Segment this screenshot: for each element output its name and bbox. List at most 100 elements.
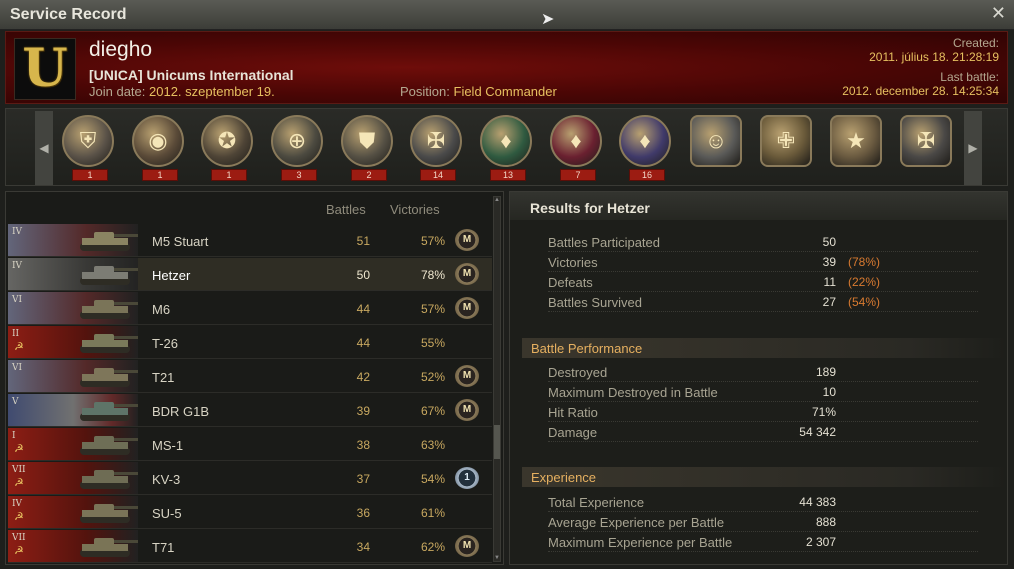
vehicle-battles: 39 bbox=[356, 404, 370, 418]
mastery-badge-icon: M bbox=[455, 297, 479, 319]
stat-label: Defeats bbox=[548, 275, 593, 290]
medal-item[interactable]: ♦ 16 bbox=[615, 113, 673, 183]
results-panel: Results for Hetzer Battle Performance Ex… bbox=[509, 191, 1008, 565]
stat-label: Average Experience per Battle bbox=[548, 515, 725, 530]
vehicle-row[interactable]: IV ☭ SU-5 36 61% bbox=[8, 496, 492, 529]
battles-column-header[interactable]: Battles bbox=[326, 202, 366, 217]
medals-carousel: ◀ ▶ ⛨ 1 ◉ 1 ✪ 1 ⊕ 3 ⛊ 2 ✠ 14 ♦ 13 ♦ 7 ♦ 16 ☺ ✙ ★ ✠ bbox=[5, 108, 1008, 186]
vehicle-row[interactable]: IV Hetzer 50 78% M bbox=[8, 258, 492, 291]
experience-heading: Experience bbox=[522, 467, 1006, 487]
vehicle-tier: IV bbox=[12, 227, 23, 237]
vehicle-list-header: Battles Victories bbox=[6, 192, 503, 222]
vehicle-tier: VII bbox=[12, 465, 26, 475]
stat-value: 10 bbox=[822, 385, 836, 399]
stat-label: Destroyed bbox=[548, 365, 608, 380]
stat-value: 189 bbox=[815, 365, 836, 379]
scroll-up-icon[interactable]: ▲ bbox=[493, 196, 501, 204]
medal-item[interactable]: ♦ 13 bbox=[476, 113, 534, 183]
vehicle-list-scrollbar[interactable]: ▲ ▼ bbox=[493, 196, 501, 562]
vehicle-row[interactable]: II ☭ T-26 44 55% bbox=[8, 326, 492, 359]
vehicle-battles: 44 bbox=[356, 302, 370, 316]
wot-medal-icon: ✠ bbox=[410, 115, 462, 167]
battle-performance-heading: Battle Performance bbox=[522, 338, 1006, 358]
created-value: 2011. július 18. 21:28:19 bbox=[869, 50, 999, 64]
medal-count: 16 bbox=[629, 169, 665, 181]
vehicle-row[interactable]: VI T21 42 52% M bbox=[8, 360, 492, 393]
hammer-sickle-icon: ☭ bbox=[14, 511, 24, 523]
vehicle-victories: 61% bbox=[420, 506, 445, 520]
stat-value: 2 307 bbox=[805, 535, 836, 549]
medal-item[interactable]: ★ bbox=[826, 113, 884, 183]
hammer-sickle-icon: ☭ bbox=[14, 545, 24, 557]
iron-cross-portrait-medal-icon: ✠ bbox=[900, 115, 952, 167]
close-icon[interactable]: ✕ bbox=[991, 3, 1006, 24]
vehicle-battles: 38 bbox=[356, 438, 370, 452]
join-date-line: Join date: 2012. szeptember 19. bbox=[89, 84, 275, 99]
tank-icon bbox=[80, 436, 138, 455]
scout-medal-icon: ♦ bbox=[550, 115, 602, 167]
medal-item[interactable]: ✠ 14 bbox=[406, 113, 464, 183]
stat-percent: (22%) bbox=[848, 275, 881, 289]
player-profile-header: U diegho [UNICA] Unicums International J… bbox=[5, 31, 1008, 104]
medal-item[interactable]: ⛊ 2 bbox=[337, 113, 395, 183]
vehicle-row[interactable]: VII ☭ T71 34 62% M bbox=[8, 530, 492, 563]
medal-item[interactable]: ✪ 1 bbox=[197, 113, 255, 183]
stat-value: 50 bbox=[822, 235, 836, 249]
hammer-sickle-icon: ☭ bbox=[14, 477, 24, 489]
victories-column-header[interactable]: Victories bbox=[390, 202, 440, 217]
hammer-sickle-icon: ☭ bbox=[14, 443, 24, 455]
medal-item[interactable]: ♦ 7 bbox=[546, 113, 604, 183]
created-label: Created: bbox=[952, 36, 999, 50]
scroll-left-arrow-icon[interactable]: ◀ bbox=[35, 111, 53, 185]
tank-icon bbox=[80, 368, 138, 387]
medal-count: 1 bbox=[72, 169, 108, 181]
stat-row: Destroyed 189 bbox=[548, 362, 978, 382]
medal-count: 3 bbox=[281, 169, 317, 181]
vehicle-row[interactable]: V BDR G1B 39 67% M bbox=[8, 394, 492, 427]
cross-portrait-medal-icon: ✙ bbox=[760, 115, 812, 167]
medal-count: 7 bbox=[560, 169, 596, 181]
vehicle-tier: II bbox=[12, 329, 20, 339]
steel-wall-medal-icon: ⛊ bbox=[341, 115, 393, 167]
vehicle-name: T21 bbox=[152, 370, 175, 385]
vehicle-battles: 37 bbox=[356, 472, 370, 486]
vehicle-battles: 42 bbox=[356, 370, 370, 384]
medal-item[interactable]: ⊕ 3 bbox=[267, 113, 325, 183]
tank-icon bbox=[80, 538, 138, 557]
confederate-medal-icon: ♦ bbox=[480, 115, 532, 167]
scroll-down-icon[interactable]: ▼ bbox=[493, 554, 501, 562]
stat-label: Damage bbox=[548, 425, 598, 440]
vehicle-victories: 63% bbox=[420, 438, 445, 452]
account-dates: Created: 2011. július 18. 21:28:19 Last … bbox=[842, 36, 999, 98]
vehicle-tier: I bbox=[12, 431, 16, 441]
star-portrait-medal-icon: ★ bbox=[830, 115, 882, 167]
vehicle-tier: V bbox=[12, 397, 19, 407]
medal-item[interactable]: ◉ 1 bbox=[128, 113, 186, 183]
tank-icon bbox=[80, 470, 138, 489]
scrollbar-thumb[interactable] bbox=[494, 425, 500, 459]
medal-item[interactable]: ⛨ 1 bbox=[58, 113, 116, 183]
medal-item[interactable]: ✠ bbox=[896, 113, 954, 183]
clan-info: [UNICA] Unicums International bbox=[89, 67, 294, 83]
stat-row: Maximum Destroyed in Battle 10 bbox=[548, 382, 978, 402]
stat-row: Battles Survived 27 (54%) bbox=[548, 292, 978, 312]
mastery-badge-icon: M bbox=[455, 365, 479, 387]
position-line: Position: Field Commander bbox=[400, 84, 557, 99]
vehicle-tier: VI bbox=[12, 363, 23, 373]
vehicle-row[interactable]: VI M6 44 57% M bbox=[8, 292, 492, 325]
vehicle-row[interactable]: IV M5 Stuart 51 57% M bbox=[8, 224, 492, 257]
scroll-right-arrow-icon[interactable]: ▶ bbox=[964, 111, 982, 185]
medal-item[interactable]: ✙ bbox=[756, 113, 814, 183]
vehicle-row[interactable]: VII ☭ KV-3 37 54% 1 bbox=[8, 462, 492, 495]
vehicle-name: KV-3 bbox=[152, 472, 181, 487]
vehicle-list: Battles Victories ▲ ▼ IV M5 Stuart 51 57% M I… bbox=[5, 191, 504, 565]
tank-icon bbox=[80, 504, 138, 523]
tank-icon bbox=[80, 334, 138, 353]
window-title: Service Record bbox=[10, 6, 127, 23]
stat-value: 11 bbox=[823, 275, 836, 289]
vehicle-row[interactable]: I ☭ MS-1 38 63% bbox=[8, 428, 492, 461]
stat-value: 44 383 bbox=[799, 495, 836, 509]
vehicle-name: MS-1 bbox=[152, 438, 184, 453]
stat-row: Damage 54 342 bbox=[548, 422, 978, 442]
medal-item[interactable]: ☺ bbox=[686, 113, 744, 183]
